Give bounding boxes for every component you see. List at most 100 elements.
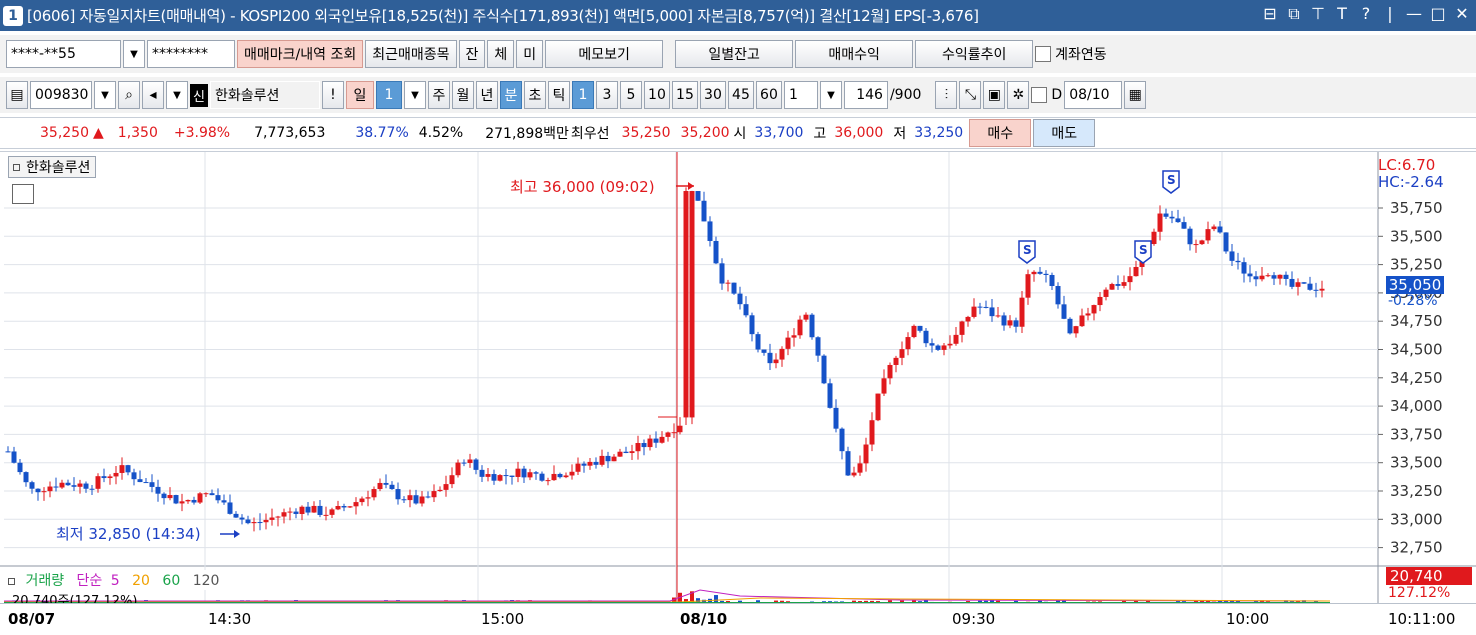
calendar-icon[interactable]: ▦	[1124, 81, 1147, 109]
sell-button[interactable]: 매도	[1033, 119, 1096, 147]
period-count-box[interactable]: 1	[375, 81, 402, 109]
daily-balance-button[interactable]: 일별잔고	[675, 40, 794, 68]
candle-body	[977, 306, 983, 308]
candle-body	[437, 489, 443, 492]
new-badge: 신	[190, 83, 208, 107]
candle-body	[917, 325, 923, 331]
low-value: 33,250	[914, 125, 964, 141]
x-label-1500: 15:00	[481, 610, 525, 628]
tab-balance[interactable]: 잔	[458, 40, 486, 68]
pin-icon[interactable]: ⊤	[1310, 4, 1326, 24]
period-tick-button[interactable]: 틱	[547, 81, 570, 109]
stock-code-input[interactable]: 009830	[30, 81, 92, 109]
buy-button[interactable]: 매수	[969, 119, 1032, 147]
period-minute-button[interactable]: 분	[499, 81, 522, 109]
return-trend-button[interactable]: 수익률추이	[915, 40, 1034, 68]
maximize-icon[interactable]: □	[1430, 4, 1446, 24]
date-checkbox[interactable]	[1031, 87, 1048, 103]
candle-body	[107, 476, 113, 479]
candle-body	[761, 349, 767, 353]
candle-body	[743, 304, 749, 316]
period-week-button[interactable]: 주	[427, 81, 450, 109]
sell-mark-letter: S	[1023, 243, 1032, 257]
count-dropdown-icon[interactable]: ▼	[819, 81, 842, 109]
candle-body	[281, 512, 287, 517]
candle-body	[683, 191, 689, 418]
candle-body	[155, 486, 161, 494]
sound-icon[interactable]: ◂	[142, 81, 164, 109]
quote-amount: 271,898백만	[485, 126, 569, 142]
candle-body	[1091, 305, 1097, 314]
search-icon[interactable]: ⌕	[118, 81, 140, 109]
stock-book-icon[interactable]: ▤	[6, 81, 28, 109]
candle-body	[347, 506, 353, 508]
period-second-button[interactable]: 초	[523, 81, 546, 109]
candle-body	[599, 455, 605, 465]
font-icon[interactable]: T	[1334, 4, 1350, 24]
interval-3[interactable]: 3	[595, 81, 618, 109]
gear-icon[interactable]: ✲	[1007, 81, 1030, 109]
date-input[interactable]: 08/10	[1064, 81, 1123, 109]
lc-label: LC:6.70	[1378, 156, 1436, 174]
candlestick-chart[interactable]: 35,75035,50035,25035,00034,75034,50034,2…	[0, 152, 1476, 635]
count-input[interactable]: 1	[783, 81, 818, 109]
grid-table-icon[interactable]	[12, 184, 34, 204]
candle-body	[1085, 313, 1091, 316]
period-month-button[interactable]: 월	[451, 81, 474, 109]
chart-area[interactable]: 35,75035,50035,25035,00034,75034,50034,2…	[0, 151, 1476, 634]
close-icon[interactable]: ✕	[1454, 4, 1470, 24]
sound-dropdown-icon[interactable]: ▼	[166, 81, 188, 109]
quote-price: 35,250	[40, 125, 89, 141]
candle-body	[77, 483, 83, 487]
save-icon[interactable]: ▣	[983, 81, 1006, 109]
account-dropdown-icon[interactable]: ▼	[123, 40, 145, 68]
candle-body	[1025, 274, 1031, 298]
chart-legend[interactable]: 한화솔루션	[8, 156, 97, 178]
candle-body	[779, 348, 785, 360]
volume-change: 127.12%	[1388, 585, 1451, 601]
interval-60[interactable]: 60	[755, 81, 782, 109]
candle-body	[1169, 216, 1175, 219]
interval-45[interactable]: 45	[727, 81, 754, 109]
candle-body	[233, 513, 239, 518]
candle-body	[1247, 273, 1253, 277]
interval-10[interactable]: 10	[643, 81, 670, 109]
candle-body	[335, 506, 341, 510]
candle-body	[851, 472, 857, 476]
restore-icon[interactable]: ⊟	[1262, 4, 1278, 24]
draw-tool-icon[interactable]: ⤡	[959, 81, 982, 109]
candle-body	[377, 482, 383, 490]
recent-trades-button[interactable]: 최근매매종목	[365, 40, 457, 68]
account-link-checkbox[interactable]	[1035, 46, 1052, 62]
interval-1[interactable]: 1	[571, 81, 594, 109]
legend-stock-name: 한화솔루션	[26, 160, 91, 176]
account-input[interactable]: ****-**55	[6, 40, 121, 68]
minimize-icon[interactable]: —	[1406, 4, 1422, 24]
y-tick-label: 34,000	[1390, 397, 1443, 415]
help-icon[interactable]: ?	[1358, 4, 1374, 24]
candle-body	[647, 438, 653, 448]
period-year-button[interactable]: 년	[475, 81, 498, 109]
tab-pending[interactable]: 미	[516, 40, 544, 68]
interval-5[interactable]: 5	[619, 81, 642, 109]
candle-body	[1259, 275, 1265, 280]
tab-executed[interactable]: 체	[487, 40, 515, 68]
interval-15[interactable]: 15	[671, 81, 698, 109]
trade-profit-button[interactable]: 매매수익	[795, 40, 914, 68]
interval-30[interactable]: 30	[699, 81, 726, 109]
bars-input[interactable]: 146	[843, 81, 888, 109]
quote-ratio-1: 38.77%	[355, 125, 409, 141]
popout-icon[interactable]: ⧉	[1286, 4, 1302, 24]
memo-button[interactable]: 메모보기	[545, 40, 664, 68]
password-input[interactable]: ********	[147, 40, 235, 68]
candle-body	[1109, 284, 1115, 290]
code-dropdown-icon[interactable]: ▼	[94, 81, 116, 109]
period-day-button[interactable]: 일	[345, 81, 374, 109]
candle-body	[821, 355, 827, 384]
alert-button[interactable]: !	[321, 81, 344, 109]
trade-mark-button[interactable]: 매매마크/내역 조회	[237, 40, 364, 68]
period-dropdown-icon[interactable]: ▼	[403, 81, 426, 109]
candle-body	[1061, 304, 1067, 319]
indicator-icon[interactable]: ⫶	[935, 81, 958, 109]
date-d-label: D	[1051, 87, 1063, 103]
